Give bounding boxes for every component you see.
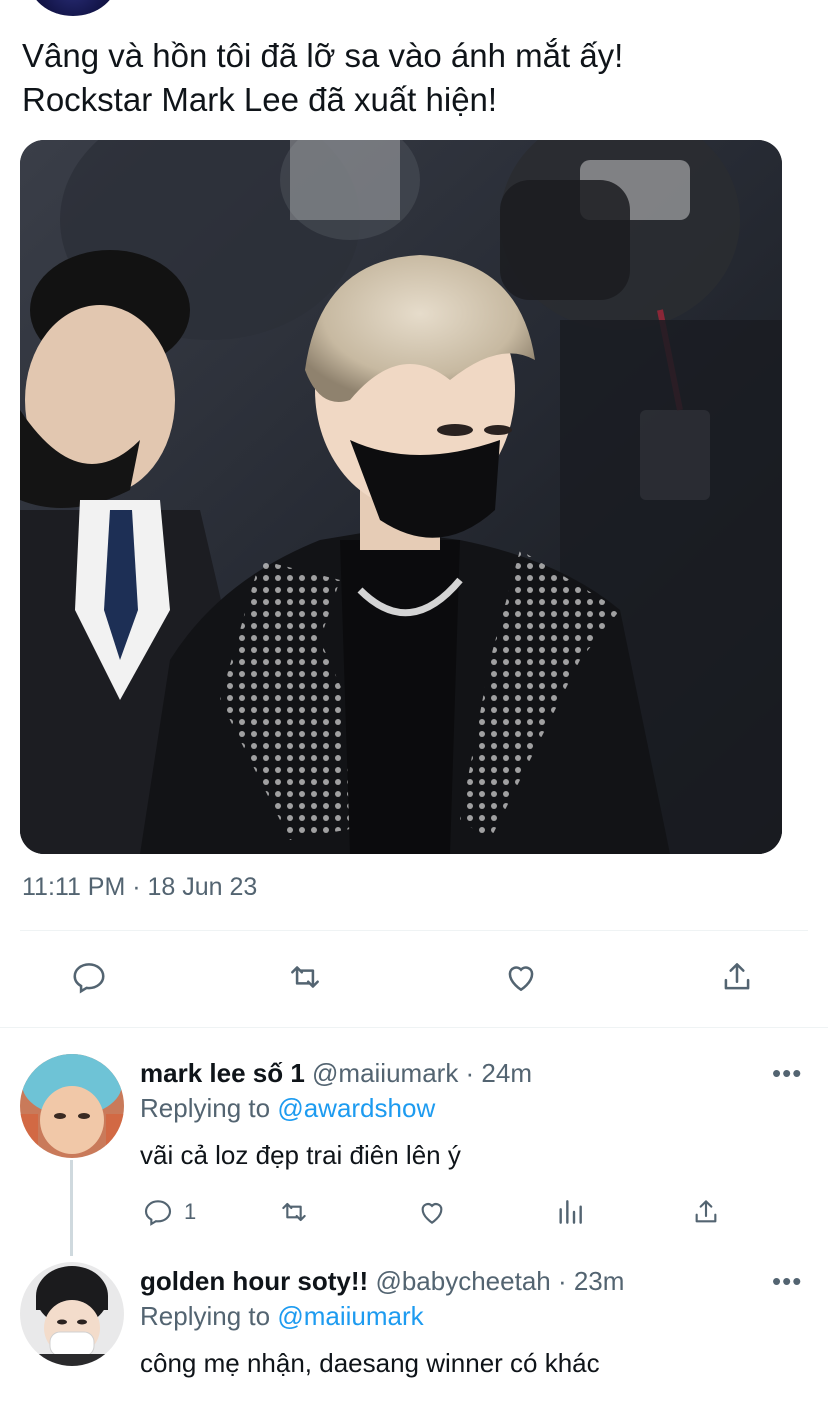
- share-button[interactable]: [690, 1196, 722, 1228]
- reply-header: golden hour soty!! @babycheetah · 23m: [140, 1266, 624, 1297]
- reply-display-name[interactable]: mark lee số 1: [140, 1058, 305, 1088]
- replying-prefix: Replying to: [140, 1093, 278, 1123]
- like-button[interactable]: [416, 1196, 448, 1228]
- avatar-image: [20, 1054, 124, 1158]
- divider: [20, 930, 808, 931]
- share-icon: [724, 963, 750, 990]
- tweet-text-line-2: Rockstar Mark Lee đã xuất hiện!: [22, 81, 498, 118]
- reply-handle[interactable]: @babycheetah · 23m: [375, 1266, 624, 1296]
- tweet-text: Vâng và hồn tôi đã lỡ sa vào ánh mắt ấy!…: [22, 34, 802, 122]
- author-avatar[interactable]: [28, 0, 118, 16]
- more-options-icon[interactable]: •••: [772, 1058, 802, 1089]
- like-button[interactable]: [502, 958, 540, 996]
- replying-to: Replying to @awardshow: [140, 1093, 435, 1124]
- heart-icon: [508, 966, 534, 992]
- reply-avatar[interactable]: [20, 1054, 124, 1158]
- avatar-image: [20, 1262, 124, 1366]
- reply-text: vãi cả loz đẹp trai điên lên ý: [140, 1140, 461, 1170]
- mention-link[interactable]: @awardshow: [277, 1093, 435, 1123]
- reply-avatar[interactable]: [20, 1262, 124, 1366]
- share-icon: [695, 1200, 717, 1223]
- reply-count: 1: [184, 1199, 197, 1224]
- analytics-icon: [559, 1200, 582, 1224]
- photo-illustration: [20, 140, 782, 854]
- divider: [0, 1027, 828, 1028]
- reply-button[interactable]: [70, 958, 108, 996]
- reply-icon: [73, 963, 105, 994]
- thread-line: [70, 1160, 73, 1256]
- reply-header: mark lee số 1 @maiiumark · 24m: [140, 1058, 532, 1089]
- tweet-timestamp[interactable]: 11:11 PM · 18 Jun 23: [22, 873, 257, 902]
- heart-icon: [421, 1203, 443, 1224]
- reply-icon: [144, 1200, 172, 1226]
- retweet-icon: [291, 966, 319, 988]
- share-button[interactable]: [718, 958, 756, 996]
- reply-handle[interactable]: @maiiumark · 24m: [312, 1058, 532, 1088]
- views-button[interactable]: [554, 1196, 586, 1228]
- tweet-photo[interactable]: [20, 140, 782, 854]
- reply-text: công mẹ nhận, daesang winner có khác: [140, 1348, 600, 1378]
- reply-button[interactable]: 1: [142, 1196, 196, 1228]
- replying-prefix: Replying to: [140, 1301, 278, 1331]
- retweet-button[interactable]: [278, 1196, 310, 1228]
- tweet-text-line-1: Vâng và hồn tôi đã lỡ sa vào ánh mắt ấy!: [22, 37, 624, 74]
- retweet-icon: [282, 1202, 306, 1222]
- reply-display-name[interactable]: golden hour soty!!: [140, 1266, 368, 1296]
- more-options-icon[interactable]: •••: [772, 1266, 802, 1297]
- retweet-button[interactable]: [286, 958, 324, 996]
- replying-to: Replying to @maiiumark: [140, 1301, 424, 1332]
- mention-link[interactable]: @maiiumark: [277, 1301, 423, 1331]
